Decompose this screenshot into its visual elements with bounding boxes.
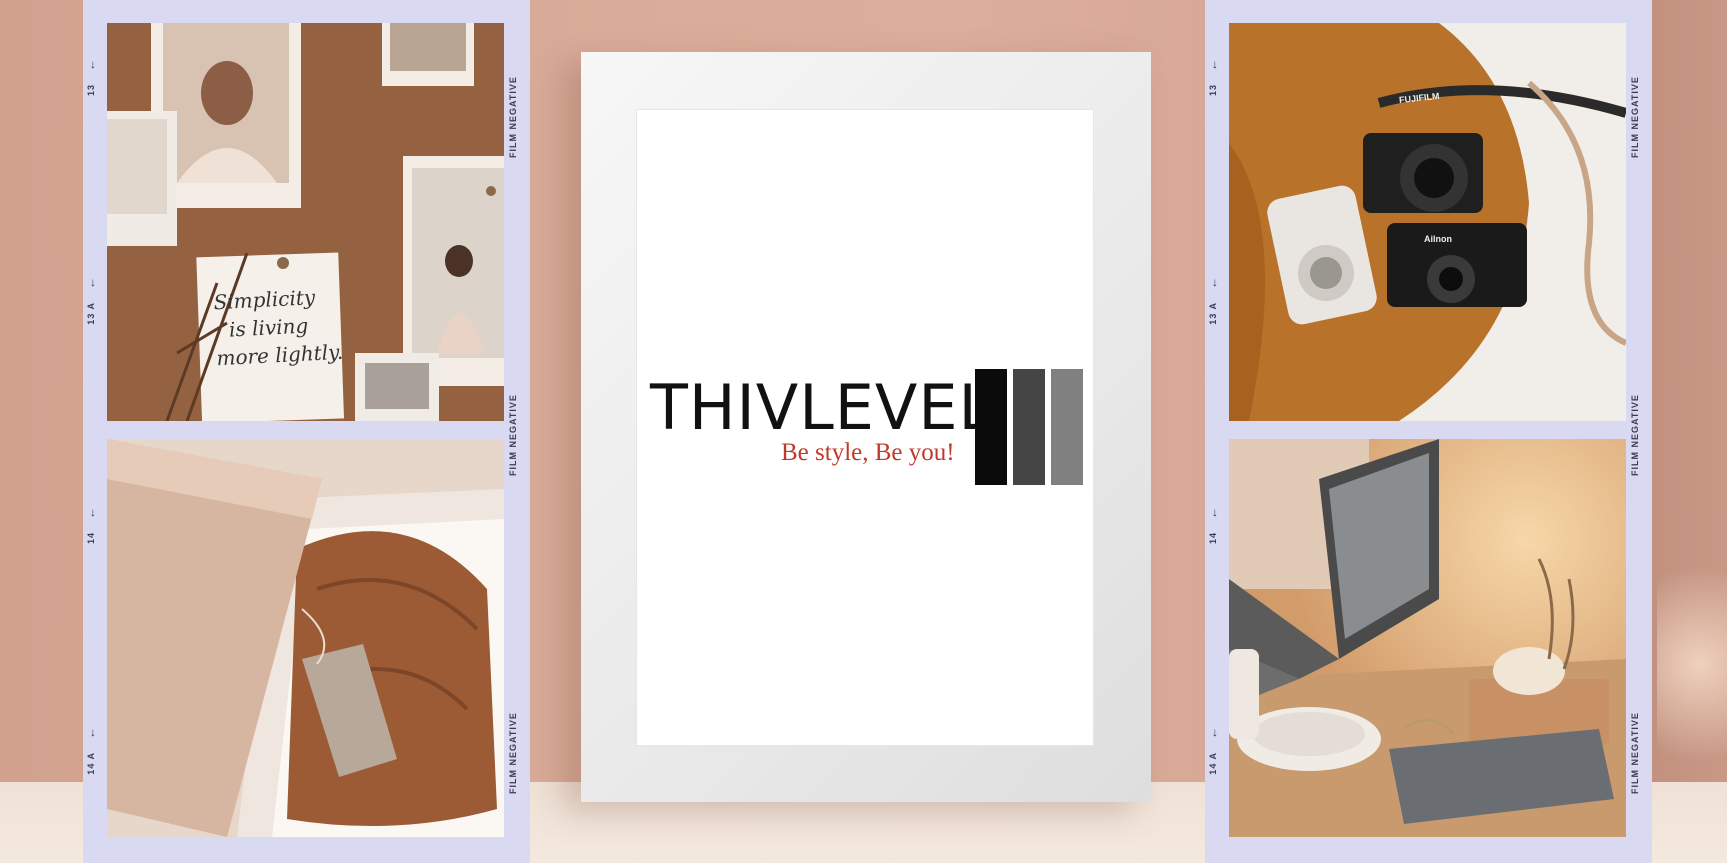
- film-negative-label: FILM NEGATIVE: [1630, 76, 1640, 159]
- logo-bar: [1013, 369, 1045, 485]
- film-negative-label: FILM NEGATIVE: [508, 76, 518, 159]
- frame-mark: → 14 A: [1208, 727, 1226, 775]
- frame-mark: → 14: [1208, 507, 1226, 545]
- arrow-down-icon: →: [88, 59, 102, 71]
- film-negative-label: FILM NEGATIVE: [508, 394, 518, 477]
- brand-name: THIVLEVEL: [650, 371, 995, 444]
- frame-marks: → 13 → 13 A → 14 → 14 A: [1205, 0, 1229, 863]
- frame-number: 13: [1208, 84, 1218, 97]
- camera-brand-label: Ailnon: [1424, 234, 1452, 244]
- brand-logo: THIVLEVEL Be style, Be you!: [650, 369, 1090, 489]
- film-strip-left: → 13 → 13 A → 14 → 14 A Simplicity is li…: [83, 0, 530, 863]
- film-strip-right: → 13 → 13 A → 14 → 14 A FUJIFILM Ailnon …: [1205, 0, 1652, 863]
- giftbox-photo: [107, 439, 504, 837]
- arrow-down-icon: →: [88, 727, 102, 739]
- arrow-down-icon: →: [1210, 727, 1224, 739]
- film-negative-label: FILM NEGATIVE: [1630, 394, 1640, 477]
- film-negative-label: FILM NEGATIVE: [1630, 712, 1640, 795]
- moodboard-photo: Simplicity is living more lightly.: [107, 23, 504, 421]
- frame-mark: → 13: [1208, 59, 1226, 97]
- frame-number: 14: [1208, 532, 1218, 545]
- brand-tagline: Be style, Be you!: [781, 439, 955, 466]
- frame-number: 14: [86, 532, 96, 545]
- logo-bar: [975, 369, 1007, 485]
- frame-mark: → 14: [86, 507, 104, 545]
- frame-mark: → 13 A: [1208, 277, 1226, 325]
- desk-photo: [1229, 439, 1626, 837]
- picture-frame: THIVLEVEL Be style, Be you!: [581, 52, 1151, 802]
- dried-flower-decoration: [1657, 560, 1727, 820]
- handwritten-note: Simplicity is living more lightly.: [213, 282, 344, 373]
- frame-number: 13 A: [1208, 302, 1218, 325]
- cameras-photo: FUJIFILM Ailnon: [1229, 23, 1626, 421]
- film-negative-label: FILM NEGATIVE: [508, 712, 518, 795]
- frame-number: 14 A: [1208, 752, 1218, 775]
- frame-mark: → 13 A: [86, 277, 104, 325]
- arrow-down-icon: →: [1210, 59, 1224, 71]
- frame-mark: → 14 A: [86, 727, 104, 775]
- logo-bar: [1051, 369, 1083, 485]
- arrow-down-icon: →: [88, 507, 102, 519]
- frame-number: 13 A: [86, 302, 96, 325]
- arrow-down-icon: →: [88, 277, 102, 289]
- arrow-down-icon: →: [1210, 507, 1224, 519]
- frame-mat: THIVLEVEL Be style, Be you!: [636, 109, 1094, 746]
- frame-number: 13: [86, 84, 96, 97]
- frame-marks: → 13 → 13 A → 14 → 14 A: [83, 0, 107, 863]
- arrow-down-icon: →: [1210, 277, 1224, 289]
- frame-number: 14 A: [86, 752, 96, 775]
- frame-mark: → 13: [86, 59, 104, 97]
